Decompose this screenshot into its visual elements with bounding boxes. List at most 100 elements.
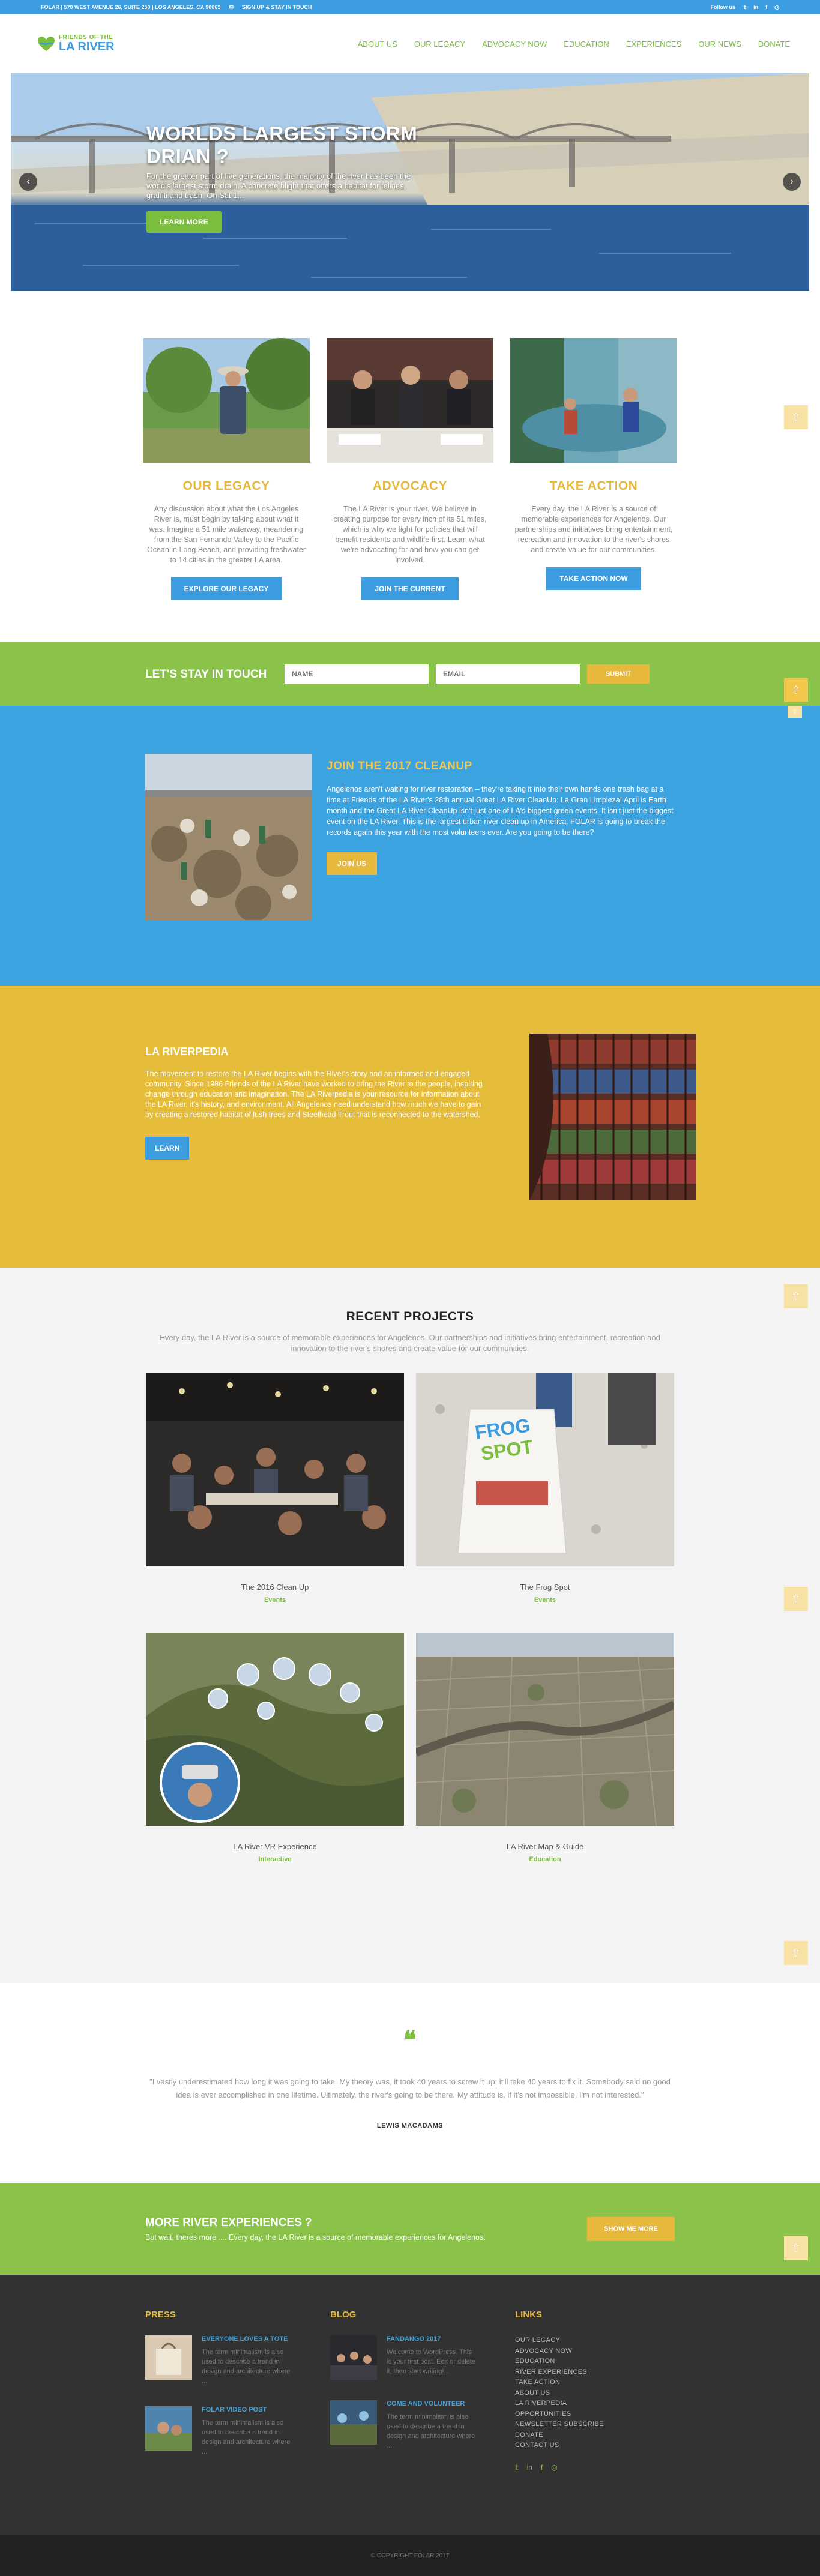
footer-link-our-legacy[interactable]: OUR LEGACY xyxy=(515,2335,604,2346)
advocacy-photo xyxy=(327,338,493,463)
riverpedia-section: LA RIVERPEDIA The movement to restore th… xyxy=(0,986,820,1268)
press-title[interactable]: EVERYONE LOVES A TOTE xyxy=(202,2335,292,2343)
press-thumb xyxy=(145,2335,192,2380)
project-category[interactable]: Education xyxy=(416,1856,674,1863)
footer-link-newsletter[interactable]: NEWSLETTER SUBSCRIBE xyxy=(515,2419,604,2430)
blog-title[interactable]: FANDANGO 2017 xyxy=(387,2335,477,2343)
projects-lead: Every day, the LA River is a source of m… xyxy=(160,1333,660,1353)
scroll-top-icon[interactable]: ⇧ xyxy=(784,1284,808,1308)
blog-item[interactable]: COME AND VOLUNTEER The term minimalism i… xyxy=(330,2400,477,2451)
scroll-top-icon[interactable]: ⇧ xyxy=(784,1587,808,1611)
email-input[interactable] xyxy=(436,664,580,684)
project-card[interactable]: LA River VR Experience Interactive xyxy=(146,1633,404,1881)
nav-our-news[interactable]: OUR NEWS xyxy=(698,40,741,49)
footer-link-la-riverpedia[interactable]: LA RIVERPEDIA xyxy=(515,2398,604,2409)
footer-link-opportunities[interactable]: OPPORTUNITIES xyxy=(515,2409,604,2420)
project-title: The 2016 Clean Up xyxy=(241,1583,309,1592)
hero-learn-more-button[interactable]: LEARN MORE xyxy=(146,211,222,233)
feature-text: The LA River is your river. We believe i… xyxy=(333,505,487,564)
instagram-icon[interactable]: ◎ xyxy=(774,4,779,11)
press-text: The term minimalism is also used to desc… xyxy=(202,2419,291,2455)
project-category[interactable]: Events xyxy=(146,1596,404,1604)
feature-title: TAKE ACTION xyxy=(549,479,638,493)
footer-link-education[interactable]: EDUCATION xyxy=(515,2356,604,2367)
project-category[interactable]: Events xyxy=(416,1596,674,1604)
hero-slider: WORLDS LARGEST STORM DRIAN ? For the gre… xyxy=(11,73,809,291)
logo-bottom-text: LA RIVER xyxy=(59,40,115,53)
scroll-top-icon[interactable]: ⇧ xyxy=(784,1941,808,1965)
learn-button[interactable]: LEARN xyxy=(145,1137,190,1160)
nav-advocacy-now[interactable]: ADVOCACY NOW xyxy=(482,40,547,49)
linkedin-icon[interactable]: in xyxy=(753,4,758,11)
feature-our-legacy: OUR LEGACY Any discussion about what the… xyxy=(143,338,317,600)
name-input[interactable] xyxy=(285,664,429,684)
scroll-top-icon[interactable]: ⇧ xyxy=(784,405,808,429)
quote-icon: ❝ xyxy=(403,2027,417,2053)
address-text: FOLAR | 570 WEST AVENUE 26, SUITE 250 | … xyxy=(41,4,221,10)
blog-title[interactable]: COME AND VOLUNTEER xyxy=(387,2400,477,2407)
cleanup-content: JOIN THE 2017 CLEANUP Angelenos aren't w… xyxy=(327,754,677,986)
take-action-photo xyxy=(510,338,677,463)
show-me-more-button[interactable]: SHOW ME MORE xyxy=(587,2217,675,2241)
signup-link[interactable]: SIGN UP & STAY IN TOUCH xyxy=(242,4,312,10)
linkedin-icon[interactable]: in xyxy=(527,2463,532,2472)
cleanup-text: Angelenos aren't waiting for river resto… xyxy=(327,785,674,837)
join-us-button[interactable]: JOIN US xyxy=(327,852,378,875)
hero-title: WORLDS LARGEST STORM DRIAN ? xyxy=(146,122,418,167)
more-content: MORE RIVER EXPERIENCES ? But wait, there… xyxy=(145,2216,587,2242)
site-footer: PRESS EVERYONE LOVES A TOTE The term min… xyxy=(0,2275,820,2535)
site-logo[interactable]: FRIENDS OF THE LA RIVER xyxy=(37,35,115,53)
projects-section: RECENT PROJECTS Every day, the LA River … xyxy=(0,1268,820,1983)
blog-text: The term minimalism is also used to desc… xyxy=(387,2413,475,2449)
scroll-top-icon[interactable]: ⇧ xyxy=(788,706,802,718)
footer-link-river-experiences[interactable]: RIVER EXPERIENCES xyxy=(515,2367,604,2378)
scroll-top-icon[interactable]: ⇧ xyxy=(784,678,808,702)
site-header: FRIENDS OF THE LA RIVER ABOUT US OUR LEG… xyxy=(0,14,820,73)
cleanup-section: JOIN THE 2017 CLEANUP Angelenos aren't w… xyxy=(0,706,820,986)
nav-experiences[interactable]: EXPERIENCES xyxy=(626,40,681,49)
nav-our-legacy[interactable]: OUR LEGACY xyxy=(414,40,465,49)
blog-thumb xyxy=(330,2335,377,2380)
footer-social: 𝕥 in f ◎ xyxy=(515,2463,604,2472)
press-thumb xyxy=(145,2406,192,2451)
nav-donate[interactable]: DONATE xyxy=(758,40,790,49)
submit-button[interactable]: SUBMIT xyxy=(587,664,650,684)
footer-link-about-us[interactable]: ABOUT US xyxy=(515,2388,604,2399)
instagram-icon[interactable]: ◎ xyxy=(551,2463,557,2472)
nav-about-us[interactable]: ABOUT US xyxy=(358,40,397,49)
footer-link-contact-us[interactable]: CONTACT US xyxy=(515,2440,604,2451)
blog-item[interactable]: FANDANGO 2017 Welcome to WordPress. This… xyxy=(330,2335,477,2380)
slider-prev-icon[interactable]: ‹ xyxy=(19,173,37,191)
nav-education[interactable]: EDUCATION xyxy=(564,40,609,49)
join-current-button[interactable]: JOIN THE CURRENT xyxy=(361,577,459,600)
twitter-icon[interactable]: 𝕥 xyxy=(744,4,746,11)
copyright-bar: © COPYRIGHT FOLAR 2017 xyxy=(0,2535,820,2576)
explore-legacy-button[interactable]: EXPLORE OUR LEGACY xyxy=(170,577,282,600)
copyright-text: © COPYRIGHT FOLAR 2017 xyxy=(370,2552,450,2559)
take-action-button[interactable]: TAKE ACTION NOW xyxy=(546,567,641,590)
testimonial-text: "I vastly underestimated how long it was… xyxy=(149,2077,671,2099)
project-card[interactable]: The 2016 Clean Up Events xyxy=(146,1373,404,1622)
facebook-icon[interactable]: f xyxy=(765,4,767,11)
project-card[interactable]: LA River Map & Guide Education xyxy=(414,1633,676,1881)
press-item[interactable]: FOLAR VIDEO POST The term minimalism is … xyxy=(145,2406,292,2457)
feature-text: Any discussion about what the Los Angele… xyxy=(146,505,306,564)
scroll-top-icon[interactable]: ⇧ xyxy=(784,2236,808,2260)
facebook-icon[interactable]: f xyxy=(541,2463,543,2472)
press-title[interactable]: FOLAR VIDEO POST xyxy=(202,2406,292,2413)
project-card[interactable]: FROG SPOT The Frog Spot Events xyxy=(416,1373,674,1622)
slider-next-icon[interactable]: › xyxy=(783,173,801,191)
footer-link-take-action[interactable]: TAKE ACTION xyxy=(515,2377,604,2388)
subscribe-bar: LET'S STAY IN TOUCH SUBMIT ⇧ xyxy=(0,642,820,706)
press-heading: PRESS xyxy=(145,2310,176,2320)
footer-link-advocacy-now[interactable]: ADVOCACY NOW xyxy=(515,2346,604,2357)
footer-links: LINKS OUR LEGACY ADVOCACY NOW EDUCATION … xyxy=(515,2310,604,2535)
feature-text: Every day, the LA River is a source of m… xyxy=(514,505,673,554)
feature-take-action: TAKE ACTION Every day, the LA River is a… xyxy=(510,338,677,600)
footer-link-donate[interactable]: DONATE xyxy=(515,2430,604,2441)
blog-heading: BLOG xyxy=(330,2310,357,2320)
hero-content: WORLDS LARGEST STORM DRIAN ? For the gre… xyxy=(146,122,429,233)
press-item[interactable]: EVERYONE LOVES A TOTE The term minimalis… xyxy=(145,2335,292,2386)
project-category[interactable]: Interactive xyxy=(146,1856,404,1863)
twitter-icon[interactable]: 𝕥 xyxy=(515,2463,519,2472)
